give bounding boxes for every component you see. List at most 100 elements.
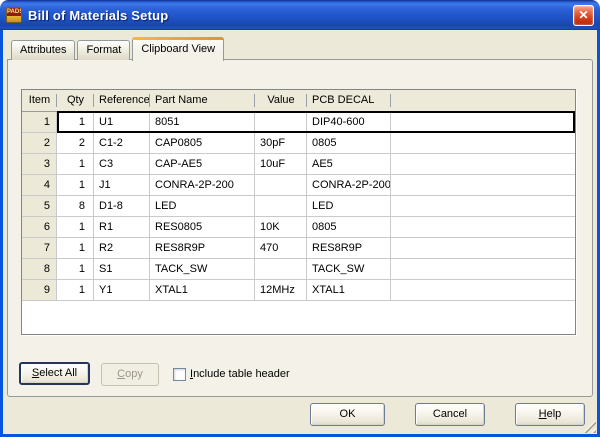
table-cell[interactable]: C1-2 bbox=[94, 133, 150, 154]
table-cell[interactable]: 0805 bbox=[307, 217, 391, 238]
table-cell[interactable]: 8051 bbox=[150, 112, 255, 133]
table-cell[interactable]: LED bbox=[150, 196, 255, 217]
table-row[interactable]: 58D1-8LEDLED bbox=[22, 196, 575, 217]
table-cell[interactable]: 2 bbox=[57, 133, 94, 154]
table-cell[interactable]: TACK_SW bbox=[307, 259, 391, 280]
table-row[interactable]: 31C3CAP-AE510uFAE5 bbox=[22, 154, 575, 175]
screen: PADS Bill of Materials Setup ✕ Attribute… bbox=[0, 0, 600, 437]
table-cell[interactable]: 1 bbox=[57, 154, 94, 175]
include-table-header-label[interactable]: Include table header bbox=[190, 368, 290, 381]
table-cell[interactable] bbox=[391, 217, 575, 238]
table-cell[interactable]: 470 bbox=[255, 238, 307, 259]
table-cell[interactable] bbox=[255, 112, 307, 133]
table-cell[interactable]: DIP40-600 bbox=[307, 112, 391, 133]
close-button[interactable]: ✕ bbox=[573, 5, 594, 26]
table-cell[interactable]: CAP0805 bbox=[150, 133, 255, 154]
table-row[interactable]: 22C1-2CAP080530pF0805 bbox=[22, 133, 575, 154]
table-cell[interactable]: 1 bbox=[57, 280, 94, 301]
table-cell[interactable]: C3 bbox=[94, 154, 150, 175]
table-cell[interactable]: R1 bbox=[94, 217, 150, 238]
table-cell[interactable]: 30pF bbox=[255, 133, 307, 154]
column-header-item: Item bbox=[22, 90, 57, 111]
table-cell[interactable]: RES8R9P bbox=[307, 238, 391, 259]
tab-panel-clipboard-view: Item Qty Reference Part Name Value PCB D… bbox=[7, 59, 593, 397]
table-cell[interactable]: 10uF bbox=[255, 154, 307, 175]
table-cell[interactable]: CONRA-2P-200 bbox=[307, 175, 391, 196]
column-header-reference: Reference bbox=[94, 90, 150, 111]
close-icon: ✕ bbox=[578, 8, 588, 22]
table-cell[interactable]: 8 bbox=[22, 259, 57, 280]
table-cell[interactable]: 1 bbox=[22, 112, 57, 133]
table-cell[interactable] bbox=[255, 175, 307, 196]
table-row[interactable]: 81S1TACK_SWTACK_SW bbox=[22, 259, 575, 280]
table-cell[interactable]: 7 bbox=[22, 238, 57, 259]
table-cell[interactable]: CONRA-2P-200 bbox=[150, 175, 255, 196]
tab-format[interactable]: Format bbox=[77, 40, 130, 60]
table-cell[interactable]: S1 bbox=[94, 259, 150, 280]
table-cell[interactable]: 4 bbox=[22, 175, 57, 196]
table-row[interactable]: 61R1RES080510K0805 bbox=[22, 217, 575, 238]
table-cell[interactable]: U1 bbox=[94, 112, 150, 133]
dialog-frame: Attributes Format Clipboard View Item Qt… bbox=[0, 30, 600, 437]
table-cell[interactable]: 0805 bbox=[307, 133, 391, 154]
table-cell[interactable]: 10K bbox=[255, 217, 307, 238]
tab-clipboard-view[interactable]: Clipboard View bbox=[132, 37, 224, 61]
ok-button[interactable]: OK bbox=[310, 403, 385, 426]
table-row[interactable]: 11U18051DIP40-600 bbox=[22, 112, 575, 133]
table-cell[interactable] bbox=[391, 112, 575, 133]
table-cell[interactable]: 8 bbox=[57, 196, 94, 217]
table-cell[interactable]: 6 bbox=[22, 217, 57, 238]
pads-logo-icon[interactable]: PADS bbox=[6, 7, 22, 23]
table-cell[interactable] bbox=[391, 175, 575, 196]
table-cell[interactable] bbox=[391, 133, 575, 154]
table-cell[interactable] bbox=[391, 196, 575, 217]
tab-label: Clipboard View bbox=[141, 43, 215, 55]
column-header-qty: Qty bbox=[57, 90, 94, 111]
table-cell[interactable]: 1 bbox=[57, 217, 94, 238]
table-cell[interactable]: CAP-AE5 bbox=[150, 154, 255, 175]
table-cell[interactable]: XTAL1 bbox=[150, 280, 255, 301]
table-cell[interactable]: 1 bbox=[57, 238, 94, 259]
copy-button[interactable]: Copy bbox=[101, 363, 159, 386]
table-cell[interactable]: 1 bbox=[57, 112, 94, 133]
table-cell[interactable] bbox=[391, 280, 575, 301]
table-row[interactable]: 41J1CONRA-2P-200CONRA-2P-200 bbox=[22, 175, 575, 196]
table-cell[interactable]: RES8R9P bbox=[150, 238, 255, 259]
table-cell[interactable] bbox=[255, 196, 307, 217]
table-cell[interactable]: D1-8 bbox=[94, 196, 150, 217]
table-cell[interactable]: 3 bbox=[22, 154, 57, 175]
column-header-value: Value bbox=[255, 90, 307, 111]
table-row[interactable]: 91Y1XTAL112MHzXTAL1 bbox=[22, 280, 575, 301]
table-cell[interactable]: RES0805 bbox=[150, 217, 255, 238]
tab-strip: Attributes Format Clipboard View bbox=[11, 36, 226, 60]
table-cell[interactable]: 2 bbox=[22, 133, 57, 154]
table-cell[interactable]: 1 bbox=[57, 175, 94, 196]
title-bar[interactable]: PADS Bill of Materials Setup ✕ bbox=[0, 0, 600, 30]
bom-table: Item Qty Reference Part Name Value PCB D… bbox=[21, 89, 576, 335]
table-cell[interactable] bbox=[391, 238, 575, 259]
include-table-header-checkbox[interactable] bbox=[173, 368, 186, 381]
cancel-button[interactable]: Cancel bbox=[415, 403, 485, 426]
table-cell[interactable]: 5 bbox=[22, 196, 57, 217]
table-cell[interactable]: 1 bbox=[57, 259, 94, 280]
table-cell[interactable]: LED bbox=[307, 196, 391, 217]
table-body: 11U18051DIP40-60022C1-2CAP080530pF080531… bbox=[22, 112, 575, 301]
table-cell[interactable]: 9 bbox=[22, 280, 57, 301]
table-cell[interactable] bbox=[391, 154, 575, 175]
select-all-button[interactable]: Select All bbox=[19, 362, 90, 385]
table-cell[interactable]: R2 bbox=[94, 238, 150, 259]
tab-attributes[interactable]: Attributes bbox=[11, 40, 75, 60]
column-header-part-name: Part Name bbox=[150, 90, 255, 111]
tab-label: Format bbox=[86, 44, 121, 56]
table-cell[interactable]: TACK_SW bbox=[150, 259, 255, 280]
pads-logo-text: PADS bbox=[7, 8, 21, 16]
table-cell[interactable]: Y1 bbox=[94, 280, 150, 301]
help-button[interactable]: Help bbox=[515, 403, 585, 426]
table-cell[interactable] bbox=[255, 259, 307, 280]
table-cell[interactable] bbox=[391, 259, 575, 280]
table-cell[interactable]: AE5 bbox=[307, 154, 391, 175]
table-cell[interactable]: 12MHz bbox=[255, 280, 307, 301]
table-cell[interactable]: XTAL1 bbox=[307, 280, 391, 301]
table-cell[interactable]: J1 bbox=[94, 175, 150, 196]
table-row[interactable]: 71R2RES8R9P470RES8R9P bbox=[22, 238, 575, 259]
